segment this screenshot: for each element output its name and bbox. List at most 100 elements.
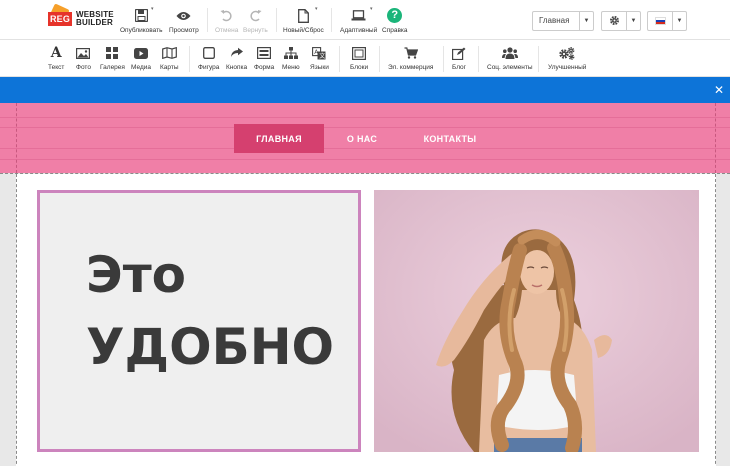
translate-icon: A文 <box>312 46 326 60</box>
new-reset-button[interactable]: ▾ Новый/Сброс <box>283 6 324 34</box>
toolbar-divider <box>207 8 208 32</box>
site-canvas[interactable]: ГЛАВНАЯ О НАС КОНТАКТЫ Это УДОБНО <box>0 103 730 466</box>
blog-label: Блог <box>452 64 467 71</box>
maps-label: Карты <box>160 64 179 71</box>
adaptive-label: Адаптивный <box>340 27 378 34</box>
add-gallery-button[interactable]: Галерея <box>100 46 125 71</box>
form-label: Форма <box>254 64 275 71</box>
map-icon <box>161 46 177 60</box>
block-icon <box>352 46 367 60</box>
add-menu-button[interactable]: Меню <box>282 46 300 71</box>
hero-section[interactable]: Это УДОБНО <box>16 174 716 466</box>
chevron-down-icon[interactable]: ▼ <box>626 12 640 30</box>
help-icon: ? <box>387 8 403 23</box>
add-photo-button[interactable]: Фото <box>76 46 91 71</box>
publish-button[interactable]: ▾ Опубликовать <box>120 6 163 34</box>
add-text-button[interactable]: A Текст <box>48 45 65 71</box>
elements-toolbar: A Текст Фото Галерея Медиа Карты Фигура <box>0 40 730 77</box>
toolbar-divider <box>443 46 444 72</box>
add-social-button[interactable]: Соц. элементы <box>487 46 533 71</box>
add-shape-button[interactable]: Фигура <box>198 46 219 71</box>
new-reset-label: Новый/Сброс <box>283 27 324 34</box>
undo-button[interactable]: Отмена <box>215 8 238 34</box>
add-block-button[interactable]: Блоки <box>350 46 368 71</box>
add-media-button[interactable]: Медиа <box>131 46 151 71</box>
russian-flag-icon[interactable] <box>648 12 672 30</box>
publish-label: Опубликовать <box>120 27 163 34</box>
svg-text:文: 文 <box>320 52 326 60</box>
hero-headline-line2: УДОБНО <box>86 318 335 376</box>
laptop-icon: ▾ <box>351 6 373 23</box>
shape-label: Фигура <box>198 64 220 71</box>
languages-label: Языки <box>310 64 329 71</box>
text-label: Текст <box>48 64 65 71</box>
eye-icon <box>176 8 191 23</box>
close-icon[interactable]: ✕ <box>714 83 724 97</box>
top-toolbar: REG WEBSITE BUILDER ▾ Опубликовать Просм… <box>0 0 730 40</box>
site-header-section[interactable]: ГЛАВНАЯ О НАС КОНТАКТЫ <box>0 103 730 173</box>
add-advanced-button[interactable]: Улучшенный <box>548 46 586 71</box>
page-select[interactable]: Главная ▼ <box>532 11 594 31</box>
media-label: Медиа <box>131 64 151 71</box>
page-select-value: Главная <box>539 16 570 25</box>
add-form-button[interactable]: Форма <box>254 46 274 71</box>
cart-icon <box>404 46 418 60</box>
add-ecommerce-button[interactable]: Эл. коммерция <box>388 46 433 71</box>
logo-mark-text: REG <box>48 12 72 26</box>
save-disk-icon: ▾ <box>134 6 154 23</box>
help-button[interactable]: ? Справка <box>382 8 408 34</box>
logo-text: WEBSITE BUILDER <box>76 11 114 27</box>
shape-icon <box>202 46 215 60</box>
toolbar-divider <box>478 46 479 72</box>
add-map-button[interactable]: Карты <box>160 46 179 71</box>
preview-button[interactable]: Просмотр <box>169 8 199 34</box>
nav-item-home[interactable]: ГЛАВНАЯ <box>234 124 324 153</box>
video-play-icon <box>134 46 148 60</box>
new-page-icon: ▾ <box>297 6 318 23</box>
sitemap-icon <box>283 46 298 60</box>
toolbar-divider <box>538 46 539 72</box>
toolbar-divider <box>189 46 190 72</box>
adaptive-button[interactable]: ▾ Адаптивный <box>340 6 378 34</box>
add-languages-button[interactable]: A文 Языки <box>310 46 329 71</box>
language-dropdown[interactable]: ▼ <box>647 11 687 31</box>
redo-icon <box>249 8 262 23</box>
button-share-icon <box>230 46 244 60</box>
toolbar-divider <box>379 46 380 72</box>
chevron-down-icon[interactable]: ▼ <box>579 12 593 30</box>
gear-icon[interactable] <box>602 12 626 30</box>
woman-portrait-image <box>374 190 699 452</box>
toolbar-divider <box>331 8 332 32</box>
form-icon <box>257 46 272 60</box>
users-icon <box>501 46 518 60</box>
chevron-down-icon[interactable]: ▼ <box>672 12 686 30</box>
gallery-icon <box>106 46 119 60</box>
ecommerce-label: Эл. коммерция <box>388 64 434 71</box>
menu-label: Меню <box>282 64 300 71</box>
undo-label: Отмена <box>215 27 239 34</box>
hero-headline[interactable]: Это УДОБНО <box>86 239 334 383</box>
redo-button[interactable]: Вернуть <box>243 8 268 34</box>
button-label: Кнопка <box>226 64 248 71</box>
add-blog-button[interactable]: Блог <box>452 46 466 71</box>
social-label: Соц. элементы <box>487 64 533 71</box>
preview-label: Просмотр <box>169 27 199 34</box>
gallery-label: Галерея <box>100 64 125 71</box>
logo-line2: BUILDER <box>76 18 113 27</box>
hero-text-box[interactable]: Это УДОБНО <box>37 190 361 452</box>
hero-headline-line1: Это <box>86 246 187 304</box>
hero-photo[interactable] <box>374 190 699 452</box>
help-label: Справка <box>382 27 408 34</box>
nav-item-contacts[interactable]: КОНТАКТЫ <box>412 124 488 153</box>
notice-bar: ✕ <box>0 77 730 103</box>
add-button-button[interactable]: Кнопка <box>226 46 247 71</box>
settings-dropdown[interactable]: ▼ <box>601 11 641 31</box>
toolbar-divider <box>339 46 340 72</box>
reg-website-builder-logo[interactable]: REG WEBSITE BUILDER <box>48 3 114 30</box>
nav-item-about[interactable]: О НАС <box>336 124 388 153</box>
advanced-label: Улучшенный <box>548 64 587 71</box>
redo-label: Вернуть <box>243 27 268 34</box>
undo-icon <box>220 8 233 23</box>
blocks-label: Блоки <box>350 64 369 71</box>
toolbar-divider <box>276 8 277 32</box>
